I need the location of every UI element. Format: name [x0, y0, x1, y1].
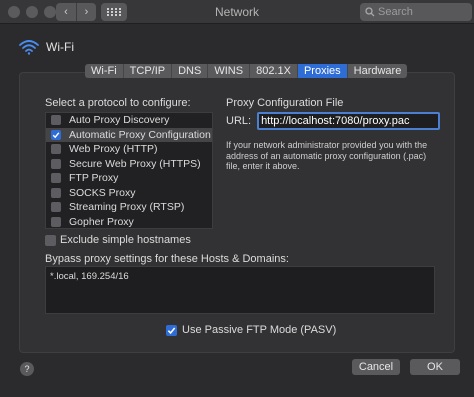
- protocol-label: Gopher Proxy: [69, 215, 134, 228]
- help-button[interactable]: ?: [20, 362, 34, 376]
- protocol-label: Streaming Proxy (RTSP): [69, 201, 185, 214]
- tab-bar: Wi-Fi TCP/IP DNS WINS 802.1X Proxies Har…: [85, 64, 408, 78]
- interface-name: Wi-Fi: [46, 40, 74, 54]
- pac-url-input[interactable]: [257, 112, 441, 130]
- passive-ftp-checkbox[interactable]: [166, 324, 177, 336]
- protocol-checkbox[interactable]: [51, 173, 61, 184]
- url-help-text: If your network administrator provided y…: [226, 140, 428, 171]
- protocol-item-gopher-proxy[interactable]: Gopher Proxy: [46, 215, 212, 230]
- tab-8021x[interactable]: 802.1X: [250, 64, 298, 78]
- tab-dns[interactable]: DNS: [172, 64, 209, 78]
- protocol-checkbox[interactable]: [51, 129, 61, 140]
- exclude-simple-checkbox[interactable]: [45, 234, 56, 246]
- network-window: ‹ › Network Search Wi-Fi Wi-Fi TCP/IP DN…: [0, 0, 474, 397]
- protocol-list[interactable]: Auto Proxy Discovery Automatic Proxy Con…: [45, 112, 213, 229]
- protocol-label: Secure Web Proxy (HTTPS): [69, 157, 201, 170]
- protocol-label: Automatic Proxy Configuration: [69, 128, 211, 141]
- bypass-heading: Bypass proxy settings for these Hosts & …: [45, 253, 289, 265]
- tab-proxies[interactable]: Proxies: [297, 64, 348, 78]
- url-row: URL:: [226, 112, 441, 130]
- tab-tcpip[interactable]: TCP/IP: [124, 64, 173, 78]
- protocol-checkbox[interactable]: [51, 187, 61, 198]
- protocol-label: Web Proxy (HTTP): [69, 143, 158, 156]
- title-bar: ‹ › Network Search: [0, 0, 474, 24]
- passive-ftp-option[interactable]: Use Passive FTP Mode (PASV): [166, 324, 336, 336]
- tab-wifi[interactable]: Wi-Fi: [85, 64, 124, 78]
- protocol-item-web-proxy[interactable]: Web Proxy (HTTP): [46, 142, 212, 157]
- tab-hardware[interactable]: Hardware: [348, 64, 408, 78]
- bypass-hosts-textarea[interactable]: *.local, 169.254/16: [45, 266, 435, 314]
- tab-wins[interactable]: WINS: [208, 64, 251, 78]
- exclude-simple-label: Exclude simple hostnames: [60, 234, 191, 246]
- protocol-item-auto-config[interactable]: Automatic Proxy Configuration: [46, 127, 212, 142]
- interface-header: Wi-Fi: [18, 39, 74, 55]
- checkmark-icon: [167, 327, 176, 334]
- protocol-checkbox[interactable]: [51, 158, 61, 169]
- protocol-item-ftp-proxy[interactable]: FTP Proxy: [46, 171, 212, 186]
- cancel-button[interactable]: Cancel: [352, 359, 400, 375]
- protocol-label: Auto Proxy Discovery: [69, 114, 170, 127]
- protocol-checkbox[interactable]: [51, 115, 61, 126]
- exclude-simple-hostnames[interactable]: Exclude simple hostnames: [45, 234, 191, 246]
- protocol-checkbox[interactable]: [51, 202, 61, 213]
- protocol-item-secure-web-proxy[interactable]: Secure Web Proxy (HTTPS): [46, 157, 212, 172]
- ok-button[interactable]: OK: [410, 359, 460, 375]
- search-field[interactable]: Search: [360, 3, 472, 21]
- passive-ftp-label: Use Passive FTP Mode (PASV): [182, 324, 337, 336]
- protocol-checkbox[interactable]: [51, 216, 61, 227]
- url-label: URL:: [226, 115, 252, 127]
- checkmark-icon: [52, 132, 60, 138]
- protocol-list-heading: Select a protocol to configure:: [45, 97, 191, 109]
- protocol-label: FTP Proxy: [69, 172, 119, 185]
- proxy-config-heading: Proxy Configuration File: [226, 97, 344, 109]
- protocol-item-socks-proxy[interactable]: SOCKS Proxy: [46, 186, 212, 201]
- protocol-item-auto-discovery[interactable]: Auto Proxy Discovery: [46, 113, 212, 128]
- protocol-item-streaming-proxy[interactable]: Streaming Proxy (RTSP): [46, 200, 212, 215]
- protocol-label: SOCKS Proxy: [69, 186, 136, 199]
- search-placeholder: Search: [378, 6, 413, 18]
- protocol-checkbox[interactable]: [51, 144, 61, 155]
- search-icon: [365, 7, 375, 17]
- wifi-icon: [19, 40, 39, 55]
